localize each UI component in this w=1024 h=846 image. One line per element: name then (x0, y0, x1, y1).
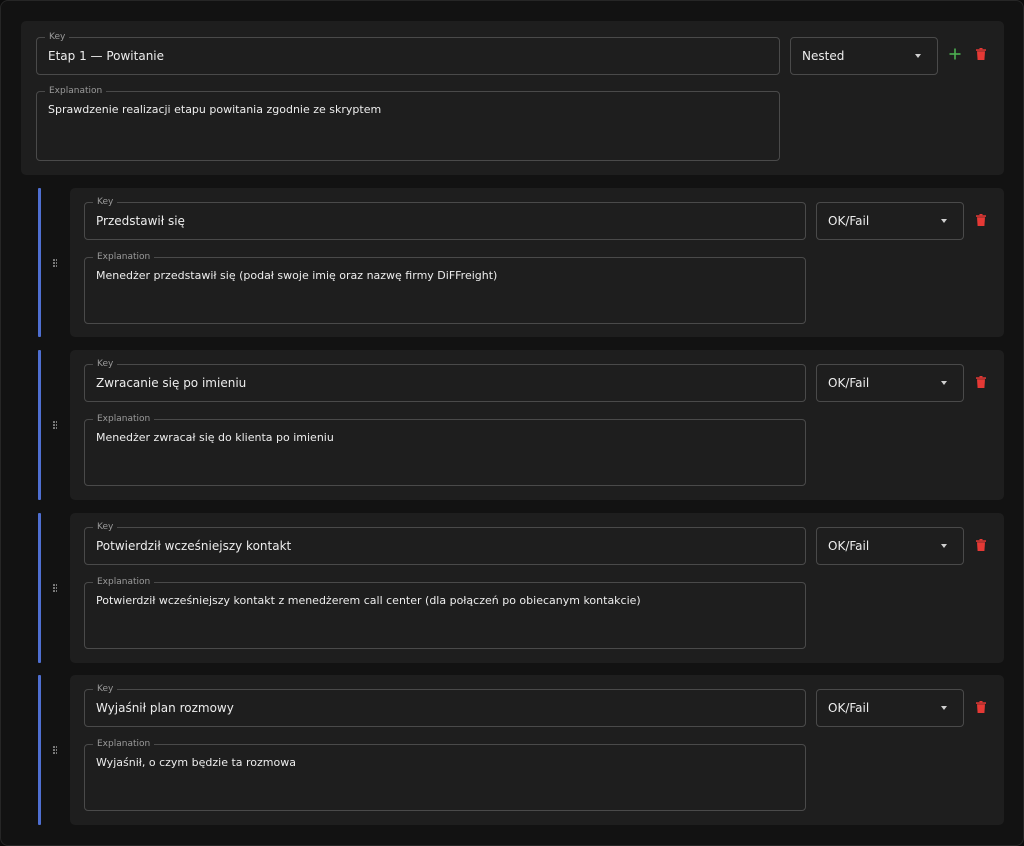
explanation-legend: Explanation (93, 576, 155, 588)
child-explanation-field[interactable]: Explanation Menedżer przedstawił się (po… (84, 251, 806, 324)
child-type-select[interactable]: OK/Fail (816, 202, 964, 240)
child-key-field[interactable]: Key Zwracanie się po imieniu (84, 358, 806, 402)
child-type-value: OK/Fail (828, 376, 870, 390)
child-type-value: OK/Fail (828, 214, 870, 228)
drag-handle-icon[interactable] (53, 421, 57, 429)
child-type-value: OK/Fail (828, 539, 870, 553)
trash-icon (976, 701, 986, 713)
child-rail (38, 350, 41, 500)
chevron-down-icon (941, 381, 947, 385)
child-explanation-field[interactable]: Explanation Potwierdził wcześniejszy kon… (84, 576, 806, 649)
plus-icon (949, 48, 961, 60)
child-card: Key Potwierdził wcześniejszy kontakt OK/… (70, 513, 1004, 663)
trash-icon (976, 48, 986, 60)
parent-key-field[interactable]: Key Etap 1 — Powitanie (36, 31, 780, 75)
parent-key-value[interactable]: Etap 1 — Powitanie (48, 38, 769, 74)
drag-handle-icon[interactable] (53, 584, 57, 592)
child-card: Key Przedstawił się OK/Fail Explanation … (70, 188, 1004, 337)
child-type-value: OK/Fail (828, 701, 870, 715)
child-key-field[interactable]: Key Wyjaśnił plan rozmowy (84, 683, 806, 727)
chevron-down-icon (915, 54, 921, 58)
explanation-legend: Explanation (93, 413, 155, 425)
delete-child-button[interactable] (972, 211, 990, 229)
parent-card: Key Etap 1 — Powitanie Nested Explanatio… (21, 21, 1004, 175)
child-explanation-value[interactable]: Menedżer przedstawił się (podał swoje im… (96, 268, 795, 284)
child-rail (38, 675, 41, 825)
delete-child-button[interactable] (972, 373, 990, 391)
child-explanation-field[interactable]: Explanation Wyjaśnił, o czym będzie ta r… (84, 738, 806, 811)
parent-explanation-value[interactable]: Sprawdzenie realizacji etapu powitania z… (48, 102, 769, 118)
child-key-value[interactable]: Potwierdził wcześniejszy kontakt (96, 528, 795, 564)
child-key-field[interactable]: Key Przedstawił się (84, 196, 806, 240)
parent-explanation-field[interactable]: Explanation Sprawdzenie realizacji etapu… (36, 85, 780, 161)
explanation-legend: Explanation (93, 738, 155, 750)
child-card: Key Zwracanie się po imieniu OK/Fail Exp… (70, 350, 1004, 500)
child-explanation-value[interactable]: Menedżer zwracał się do klienta po imien… (96, 430, 795, 446)
delete-parent-button[interactable] (972, 45, 990, 63)
child-key-value[interactable]: Wyjaśnił plan rozmowy (96, 690, 795, 726)
child-rail (38, 188, 41, 337)
trash-icon (976, 376, 986, 388)
child-card: Key Wyjaśnił plan rozmowy OK/Fail Explan… (70, 675, 1004, 825)
drag-handle-icon[interactable] (53, 259, 57, 267)
child-key-value[interactable]: Zwracanie się po imieniu (96, 365, 795, 401)
chevron-down-icon (941, 706, 947, 710)
child-rail (38, 513, 41, 663)
parent-type-value: Nested (802, 49, 845, 63)
chevron-down-icon (941, 544, 947, 548)
child-explanation-field[interactable]: Explanation Menedżer zwracał się do klie… (84, 413, 806, 486)
child-explanation-value[interactable]: Wyjaśnił, o czym będzie ta rozmowa (96, 755, 795, 771)
explanation-legend: Explanation (93, 251, 155, 263)
drag-handle-icon[interactable] (53, 746, 57, 754)
child-type-select[interactable]: OK/Fail (816, 689, 964, 727)
chevron-down-icon (941, 219, 947, 223)
child-type-select[interactable]: OK/Fail (816, 527, 964, 565)
add-child-button[interactable] (946, 45, 964, 63)
child-key-value[interactable]: Przedstawił się (96, 203, 795, 239)
trash-icon (976, 214, 986, 226)
trash-icon (976, 539, 986, 551)
explanation-legend: Explanation (45, 85, 107, 97)
parent-type-select[interactable]: Nested (790, 37, 938, 75)
child-type-select[interactable]: OK/Fail (816, 364, 964, 402)
child-key-field[interactable]: Key Potwierdził wcześniejszy kontakt (84, 521, 806, 565)
child-explanation-value[interactable]: Potwierdził wcześniejszy kontakt z mened… (96, 593, 795, 609)
delete-child-button[interactable] (972, 536, 990, 554)
delete-child-button[interactable] (972, 698, 990, 716)
editor-frame: Key Etap 1 — Powitanie Nested Explanatio… (0, 0, 1024, 846)
